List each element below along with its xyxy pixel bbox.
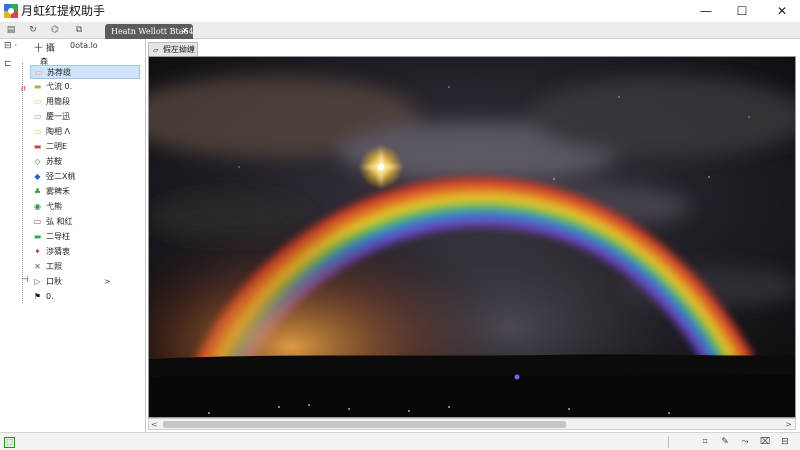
tree-item[interactable]: ◆ 弪二X桃 xyxy=(30,170,142,184)
tree-item[interactable]: ◉ 弋熊 xyxy=(30,200,142,214)
view-tab[interactable]: ▱ 假左拗缠 xyxy=(148,42,198,56)
tree-item-label: 弪二X桃 xyxy=(46,172,76,181)
tree-item-label: 渉猜衷 xyxy=(46,247,70,256)
tree-item[interactable]: ♣ 雾稗禾 xyxy=(30,185,142,199)
side-marker-icon[interactable]: ዐ xyxy=(21,84,26,94)
tree-item[interactable]: ⚑ 0. xyxy=(30,290,142,304)
panel-collapse-icon[interactable]: ⊟ · xyxy=(4,41,17,51)
tree-guide-line xyxy=(22,63,23,303)
horizontal-scrollbar[interactable]: < > xyxy=(148,418,796,430)
share-icon[interactable]: ⤳ xyxy=(738,436,752,448)
tab-strip: ▤ ↻ ⌬ ⧉ Heatn Wellott Bta64 ✕ xyxy=(0,22,800,39)
scroll-thumb[interactable] xyxy=(163,421,566,428)
arrow-icon: ✦ xyxy=(34,247,41,256)
tab-close-icon[interactable]: ✕ xyxy=(180,25,190,37)
window-icon: ▭ xyxy=(33,217,42,226)
bar-icon: ▬ xyxy=(33,82,42,91)
panel-pin-icon[interactable]: ⊏ xyxy=(4,59,12,69)
cross-icon: ✕ xyxy=(34,262,41,271)
grid-icon[interactable]: ⊟ xyxy=(778,436,792,448)
app-logo-icon xyxy=(4,4,18,18)
scroll-left-icon[interactable]: < xyxy=(151,419,158,430)
status-indicator-icon[interactable]: ⬚ xyxy=(4,437,15,448)
tree-item[interactable]: ▬ 弋流 0. xyxy=(30,80,142,94)
status-separator xyxy=(668,436,669,448)
view-tab-label: 假左拗缠 xyxy=(162,45,195,54)
folder-icon: ▭ xyxy=(34,68,43,77)
image-icon: ▭ xyxy=(33,112,42,121)
layer-panel: ⊟ · 十 攝 0ota.lo ⊏ 森 ▭ 苏荐缆 ▬ 弋流 0. ▭ 用簡段 ▭ 慶一迅 ▭ 陶… xyxy=(0,39,146,432)
tree-item-label: 二明E xyxy=(46,142,68,151)
copy-icon[interactable]: ⧉ xyxy=(72,25,86,36)
tree-item-label: 陶相 Λ xyxy=(46,127,71,136)
star-flare xyxy=(359,145,403,189)
flag-icon: ⚑ xyxy=(33,292,42,301)
tree-item-label: 弋熊 xyxy=(46,202,62,211)
refresh-circle-icon: ◉ xyxy=(34,202,41,211)
tag-icon[interactable]: ⌬ xyxy=(48,25,62,36)
tree-item-label: 苏鞍 xyxy=(46,157,62,166)
minimize-button[interactable]: — xyxy=(688,0,724,22)
view-tab-icon: ▱ xyxy=(153,46,159,54)
tree-item[interactable]: ▭ 用簡段 xyxy=(30,95,142,109)
tree-item[interactable]: ▷ 口秋 > xyxy=(30,275,142,289)
tree-item[interactable]: ▭ 苏荐缆 xyxy=(30,65,140,79)
app-title: 月虹红提权助手 xyxy=(21,4,106,18)
panel-toolbar-info: 0ota.lo xyxy=(70,41,98,50)
tree-item[interactable]: ▬ 二明E xyxy=(30,140,142,154)
tree-item[interactable]: ▭ 慶一迅 xyxy=(30,110,142,124)
folder-icon: ▭ xyxy=(33,97,42,106)
status-bar: ⬚ ⌗ ✎ ⤳ ⌧ ⊟ xyxy=(0,432,800,450)
scroll-right-icon[interactable]: > xyxy=(785,419,792,430)
pen-icon[interactable]: ✎ xyxy=(718,436,732,448)
maximize-button[interactable]: ☐ xyxy=(724,0,760,22)
chat-icon[interactable]: ⌧ xyxy=(758,436,772,448)
diamond-outline-icon: ◇ xyxy=(34,157,41,166)
tree-item-label: 工照 xyxy=(46,262,62,271)
rainbow-night-image xyxy=(149,57,795,417)
panel-toolbar-label[interactable]: 十 攝 xyxy=(34,41,55,54)
plant-icon: ♣ xyxy=(33,187,42,196)
sidebar-icon[interactable]: ▤ xyxy=(4,25,18,36)
tree-item[interactable]: ✕ 工照 xyxy=(30,260,142,274)
image-canvas[interactable] xyxy=(148,56,796,418)
tree-item-label: 用簡段 xyxy=(46,97,70,106)
folder-icon: ▭ xyxy=(33,127,42,136)
close-button[interactable]: ✕ xyxy=(764,0,800,22)
tree-item[interactable]: ▭ 陶相 Λ xyxy=(30,125,142,139)
tree-expander-icon[interactable]: ⊣ xyxy=(21,275,29,285)
layer-panel-toolbar: ⊟ · 十 攝 0ota.lo xyxy=(0,39,146,55)
crop-icon[interactable]: ⌗ xyxy=(698,436,712,448)
tree-item[interactable]: ◇ 苏鞍 xyxy=(30,155,142,169)
title-bar: 月虹红提权助手 — ☐ ✕ xyxy=(0,0,800,22)
tree-item-label: 弋流 0. xyxy=(46,82,73,91)
refresh-icon[interactable]: ↻ xyxy=(26,25,40,36)
tree-item[interactable]: ✦ 渉猜衷 xyxy=(30,245,142,259)
diamond-icon: ◆ xyxy=(34,172,41,181)
tree-item[interactable]: ▭ 弘 和红 xyxy=(30,215,142,229)
tree-item-label: 苏荐缆 xyxy=(47,68,71,77)
tree-item[interactable]: ▬ 二导枉 xyxy=(30,230,142,244)
play-icon: ▷ xyxy=(34,277,41,286)
tree-item-label: 慶一迅 xyxy=(46,112,70,121)
line-icon: ▬ xyxy=(33,142,42,151)
tree-item-label: 二导枉 xyxy=(46,232,70,241)
dash-icon: ▬ xyxy=(33,232,42,241)
tree-item-label: 口秋 xyxy=(46,277,62,286)
tree-item-label: 弘 和红 xyxy=(46,217,73,226)
tree-item-label: 0. xyxy=(46,292,54,301)
expand-arrow-icon[interactable]: > xyxy=(104,275,111,289)
tree-item-label: 雾稗禾 xyxy=(46,187,70,196)
